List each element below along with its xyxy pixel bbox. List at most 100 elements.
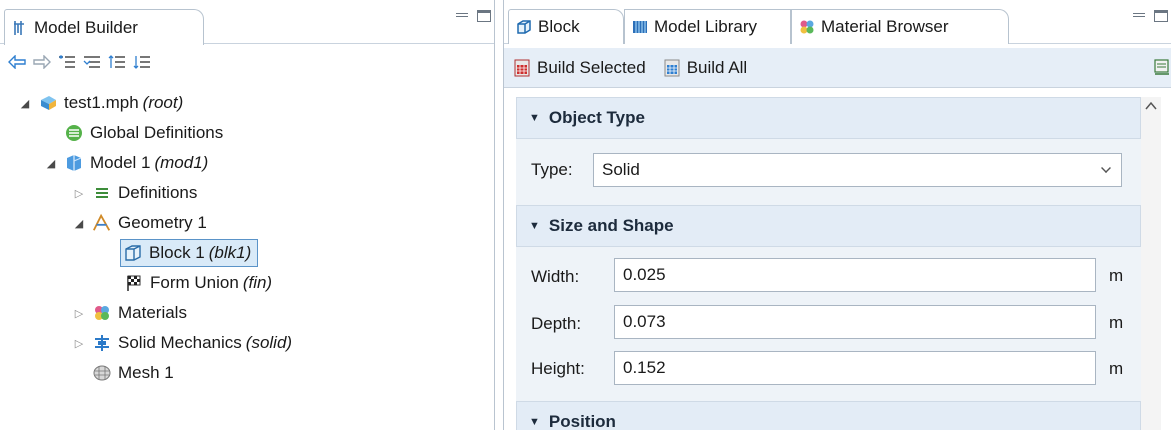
height-input[interactable]: 0.152 [614,351,1096,385]
collapsed-icon[interactable]: ▷ [72,337,86,350]
tree-item-label: Block 1 [149,243,205,262]
collapsed-icon[interactable]: ▷ [72,307,86,320]
depth-unit: m [1109,313,1124,332]
model-builder-panel: Model Builder ◢ test1.mph (root) Global … [0,0,495,430]
show-icon[interactable] [58,53,76,71]
height-value: 0.152 [623,358,666,377]
tree-item-mesh-1[interactable]: Mesh 1 [92,358,174,388]
type-select[interactable]: Solid [593,153,1122,187]
type-select-value: Solid [602,160,640,179]
tree-item-tag: (fin) [242,273,273,292]
definitions-icon [92,183,112,203]
tree-item-form-union[interactable]: Form Union (fin) [124,268,272,298]
build-all-button[interactable]: Build All [664,58,747,78]
maximize-icon[interactable] [1154,10,1168,22]
tree-item-label: Global Definitions [90,123,224,142]
tree-item-materials[interactable]: ▷ Materials [72,298,187,328]
settings-panel: Block Model Library Material Browser Bui… [503,0,1171,430]
build-selected-button[interactable]: Build Selected [514,58,646,78]
tree-item-label: Model 1 [90,153,151,172]
model-builder-icon [13,20,29,36]
minimize-icon[interactable] [455,10,469,22]
tree-item-label: test1.mph [64,93,139,112]
height-label: Height: [531,359,585,378]
tree-item-tag: (mod1) [154,153,209,172]
section-position[interactable]: ▼ Position [516,401,1141,430]
width-label: Width: [531,267,580,286]
section-collapse-icon[interactable]: ▼ [529,416,540,428]
collapse-icon[interactable] [83,53,101,71]
settings-tabbar: Block Model Library Material Browser [504,0,1171,44]
tab-label: Model Builder [34,17,138,37]
build-selected-label: Build Selected [537,57,646,77]
section-object-type[interactable]: ▼ Object Type [516,97,1141,139]
tree-item-model-1[interactable]: ◢ Model 1 (mod1) [44,148,209,178]
expanded-icon[interactable]: ◢ [72,217,86,230]
expanded-icon[interactable]: ◢ [18,97,32,110]
material-browser-icon [799,19,815,35]
section-title: Size and Shape [548,216,674,235]
model-builder-toolbar [0,48,494,76]
tree-item-tag: (solid) [245,333,293,352]
section-title: Position [548,412,616,430]
tree-item-global-definitions[interactable]: Global Definitions [64,118,223,148]
tree-item-label: Definitions [118,183,198,202]
settings-scrollbar[interactable] [1141,97,1161,430]
tree-item-label: Solid Mechanics [118,333,242,352]
width-value: 0.025 [623,265,666,284]
minimize-icon[interactable] [1132,10,1146,22]
tab-label: Model Library [654,17,757,36]
type-label: Type: [531,160,573,179]
mph-file-icon [38,93,58,113]
panel-menu-icon[interactable] [1154,58,1170,76]
width-input[interactable]: 0.025 [614,258,1096,292]
model-library-icon [632,19,648,35]
depth-label: Depth: [531,314,582,333]
tree-item-label: Materials [118,303,187,322]
section-title: Object Type [548,108,645,127]
form-union-icon [124,273,144,293]
materials-icon [92,303,112,323]
block-icon [123,243,143,263]
maximize-icon[interactable] [477,10,491,22]
tab-model-builder[interactable]: Model Builder [4,9,204,45]
back-arrow-icon[interactable] [8,53,26,71]
scroll-up-icon[interactable] [1145,101,1157,111]
tab-model-library[interactable]: Model Library [624,9,791,44]
height-unit: m [1109,359,1124,378]
build-all-label: Build All [686,57,748,77]
block-icon [516,19,532,35]
tab-material-browser[interactable]: Material Browser [791,9,1009,44]
tree-item-test1[interactable]: ◢ test1.mph (root) [18,88,184,118]
tab-block[interactable]: Block [508,9,624,44]
build-all-icon [664,59,680,77]
geometry-icon [92,213,112,233]
model-builder-tabbar: Model Builder [0,0,494,45]
mesh-icon [92,363,112,383]
tab-label: Material Browser [821,17,949,36]
move-up-icon[interactable] [108,53,126,71]
tree-item-block-1[interactable]: Block 1 (blk1) [120,238,259,268]
tab-label: Block [538,17,580,36]
global-definitions-icon [64,123,84,143]
left-window-controls [455,10,491,22]
section-collapse-icon[interactable]: ▼ [529,220,540,232]
section-size-and-shape[interactable]: ▼ Size and Shape [516,205,1141,247]
selection-highlight[interactable]: Block 1 (blk1) [120,239,259,267]
model-icon [64,153,84,173]
settings-form: ▼ Object Type Type: Solid ▼ Size and Sha… [516,97,1141,430]
tree-item-geometry-1[interactable]: ◢ Geometry 1 [72,208,207,238]
solid-mechanics-icon [92,333,112,353]
section-collapse-icon[interactable]: ▼ [529,112,540,124]
expanded-icon[interactable]: ◢ [44,157,58,170]
tree-item-tag: (blk1) [208,243,252,262]
depth-input[interactable]: 0.073 [614,305,1096,339]
tree-item-solid-mechanics[interactable]: ▷ Solid Mechanics (solid) [72,328,292,358]
tree-item-definitions[interactable]: ▷ Definitions [72,178,198,208]
move-down-icon[interactable] [133,53,151,71]
right-window-controls [1132,10,1168,22]
collapsed-icon[interactable]: ▷ [72,187,86,200]
forward-arrow-icon[interactable] [33,53,51,71]
build-toolbar: Build Selected Build All [504,48,1171,88]
tree-item-tag: (root) [142,93,184,112]
